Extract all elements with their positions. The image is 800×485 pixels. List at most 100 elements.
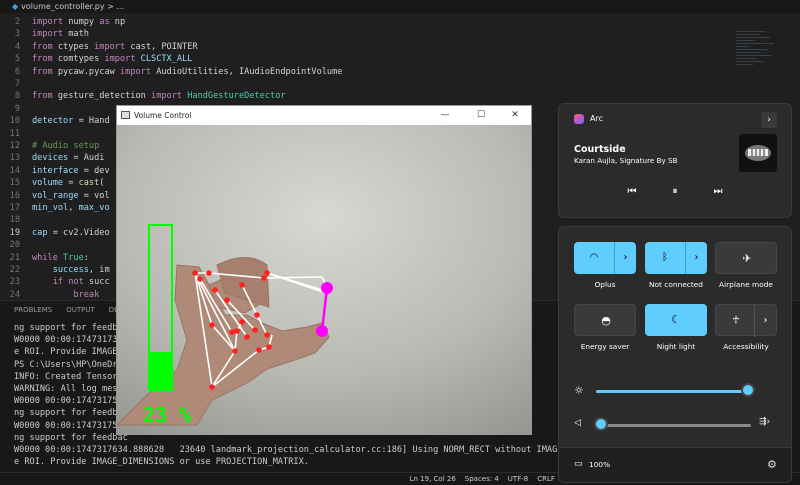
media-flyout: Arc › Courtside Karan Aujla, Signature B… — [558, 103, 792, 218]
chevron-right-icon[interactable]: › — [685, 242, 707, 274]
close-icon[interactable]: ✕ — [497, 106, 533, 125]
tile-label: Night light — [656, 342, 696, 351]
line-number: 6 — [14, 66, 20, 77]
code-token: True — [63, 252, 84, 263]
code-line[interactable]: 5 from comtypes import CLSCTX_ALL — [0, 53, 740, 65]
status-item[interactable]: UTF-8 — [508, 475, 528, 483]
media-app-name: Arc — [590, 114, 603, 123]
track-title: Courtside — [574, 144, 626, 155]
code-token: HandGestureDetector — [187, 91, 286, 102]
status-item[interactable]: CRLF — [537, 475, 555, 483]
editor-tab[interactable]: ◆ volume_controller.py > ... — [0, 0, 800, 13]
code-token: np — [114, 17, 126, 27]
code-token: gesture_detection — [57, 91, 152, 102]
code-token: devices — [32, 153, 74, 164]
next-track-icon[interactable]: ⏭ — [710, 184, 726, 200]
line-number: 4 — [14, 41, 20, 52]
line-number: 17 — [9, 203, 20, 213]
code-token: import — [94, 41, 131, 52]
window-title: Volume Control — [134, 111, 192, 120]
code-token: import — [104, 54, 141, 65]
code-token: cap — [32, 227, 53, 238]
status-item[interactable]: Ln 19, Col 26 — [410, 475, 456, 483]
line-number: 8 — [14, 91, 20, 102]
code-line[interactable]: 2 import numpy as np — [0, 16, 740, 28]
previous-track-icon[interactable]: ⏮ — [624, 184, 640, 200]
chevron-right-icon[interactable]: › — [614, 242, 636, 274]
chevron-right-icon[interactable]: › — [754, 305, 776, 337]
code-token: break — [73, 289, 100, 300]
settings-gear-icon[interactable]: ⚙ — [767, 458, 777, 471]
code-token: = Hand — [78, 116, 110, 127]
code-token: from — [32, 91, 58, 102]
line-number: 7 — [14, 79, 20, 89]
code-token: as — [99, 17, 115, 27]
quick-settings-panel: ◠ › Oplus ᛒ › Not connected ✈ Airplane mode ◓ Ene… — [558, 226, 792, 483]
code-token: # Audio setup — [32, 141, 100, 151]
line-number: 18 — [9, 215, 20, 226]
speaker-icon: ◁ — [574, 418, 581, 428]
code-token: cast — [78, 178, 100, 189]
code-token: from — [32, 41, 58, 52]
album-art — [739, 134, 777, 172]
code-token: CLSCTX_ALL — [140, 54, 193, 65]
line-number: 23 — [9, 277, 20, 288]
tile-label: Airplane mode — [719, 280, 773, 289]
code-line[interactable]: 7 — [0, 78, 740, 90]
code-token: max_vo — [78, 203, 110, 213]
code-token: ( — [99, 178, 105, 189]
wifi-icon: ◠ — [589, 252, 599, 263]
status-item[interactable]: Spaces: 4 — [465, 475, 499, 483]
code-line[interactable]: 4 from ctypes import cast, POINTER — [0, 41, 740, 53]
maximize-icon[interactable]: ☐ — [463, 106, 499, 125]
panel-tab[interactable]: PROBLEMS — [14, 306, 52, 314]
track-artist: Karan Aujla, Signature By SB — [574, 156, 678, 165]
line-number: 3 — [14, 29, 20, 40]
night-light-icon: ☾ — [671, 313, 681, 326]
volume-slider[interactable] — [593, 417, 608, 431]
brightness-slider[interactable] — [740, 383, 755, 397]
accessibility-icon: ☥ — [732, 315, 740, 326]
tile-energy-saver[interactable]: ◓ — [574, 304, 636, 336]
index-tip-marker — [316, 325, 328, 337]
code-token: import — [151, 91, 188, 102]
code-token: = dev — [83, 165, 110, 176]
camera-view: 23 % — [117, 125, 531, 435]
minimize-icon[interactable]: — — [427, 106, 463, 125]
line-number: 14 — [9, 165, 20, 176]
chevron-right-icon[interactable]: › — [761, 112, 777, 128]
minimap[interactable] — [736, 29, 778, 77]
line-number: 12 — [9, 141, 20, 151]
code-token: success — [52, 265, 89, 275]
tile-not-connected[interactable]: ᛒ › — [645, 242, 707, 274]
tile-night-light[interactable]: ☾ — [645, 304, 707, 336]
code-line[interactable]: 3 import math — [0, 28, 740, 40]
window-titlebar[interactable]: Volume Control — ☐ ✕ — [117, 106, 531, 125]
code-token: : — [83, 252, 89, 263]
code-line[interactable]: 6 from pycaw.pycaw import AudioUtilities,… — [0, 66, 740, 78]
tile-accessibility[interactable]: ☥ › — [715, 304, 777, 337]
line-number: 15 — [9, 178, 20, 189]
code-line[interactable]: 8 from gesture_detection import HandGestu… — [0, 90, 740, 102]
tile-label: Energy saver — [580, 342, 630, 351]
code-token: = vol — [83, 190, 110, 201]
tile-oplus[interactable]: ◠ › — [574, 242, 636, 274]
tile-label: Oplus — [594, 280, 616, 289]
pause-icon[interactable]: ⏸ — [667, 184, 683, 200]
volume-track[interactable] — [596, 424, 751, 427]
tile-label: Not connected — [649, 280, 703, 289]
tile-label: Accessibility — [723, 342, 769, 351]
volume-percent-label: 23 % — [143, 403, 191, 427]
tile-airplane-mode[interactable]: ✈ — [715, 242, 777, 274]
arc-app-icon — [574, 114, 584, 124]
line-number: 11 — [9, 128, 20, 139]
code-token: interface — [32, 165, 84, 176]
audio-output-icon[interactable]: ⇶› — [759, 417, 770, 427]
code-token: succ — [88, 277, 110, 288]
code-token: = cv2.Video — [52, 227, 110, 238]
panel-tab[interactable]: OUTPUT — [66, 306, 95, 314]
code-token: vol_range — [32, 190, 84, 201]
code-token: from — [32, 54, 58, 65]
